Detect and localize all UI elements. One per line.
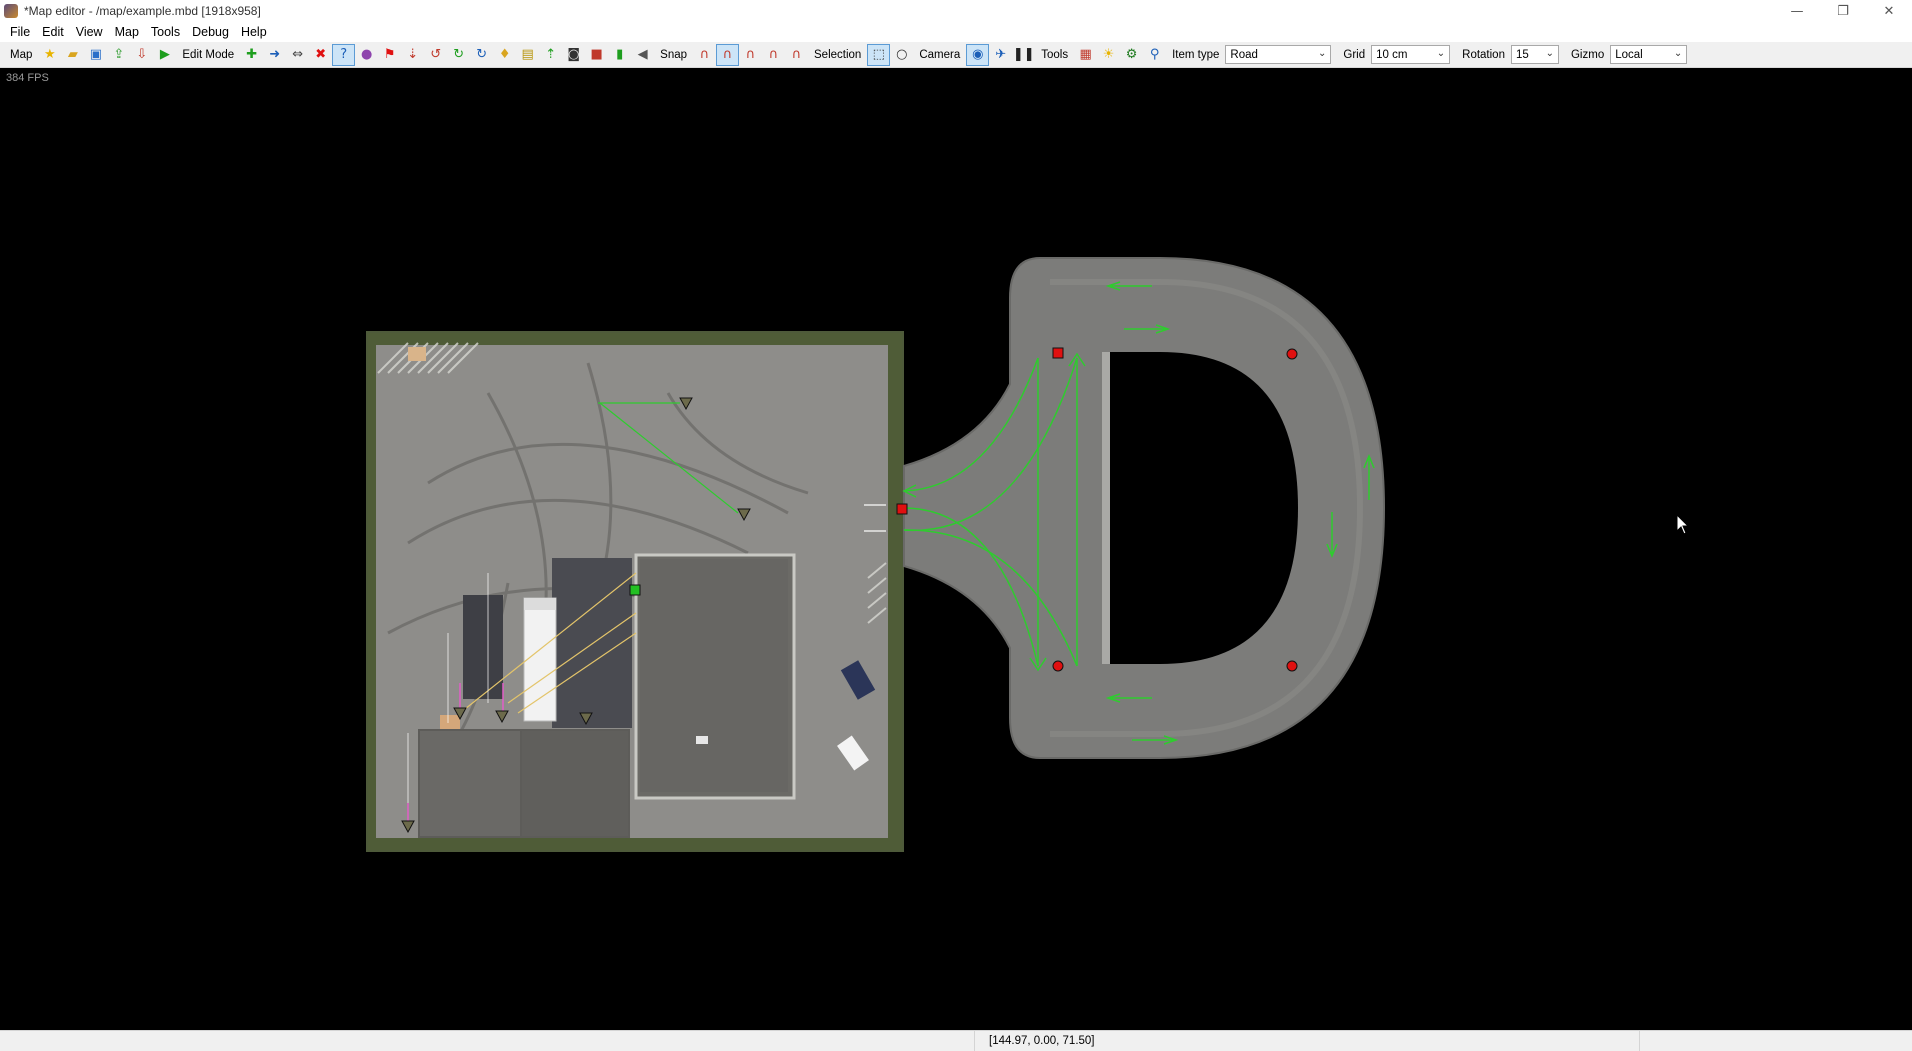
- mouse-pointer-icon: [1676, 514, 1690, 535]
- magnet-vertex-icon[interactable]: ∩: [762, 44, 785, 66]
- status-cell-left: [0, 1030, 975, 1051]
- item-type-label: Item type: [1172, 48, 1220, 61]
- rotation-value: 15: [1515, 48, 1529, 61]
- play-icon[interactable]: ▶: [153, 44, 176, 66]
- add-item-icon[interactable]: ✚: [240, 44, 263, 66]
- raise-icon[interactable]: ⇡: [539, 44, 562, 66]
- gizmo-value: Local: [1615, 48, 1643, 61]
- zoom-magnifier-icon[interactable]: ⚲: [1143, 44, 1166, 66]
- delete-x-icon[interactable]: ✖: [309, 44, 332, 66]
- chevron-down-icon: ⌄: [1545, 48, 1554, 59]
- restore-button[interactable]: ❐: [1820, 0, 1866, 22]
- chevron-down-icon: ⌄: [1436, 48, 1446, 59]
- menu-help[interactable]: Help: [235, 22, 273, 42]
- menu-edit[interactable]: Edit: [36, 22, 70, 42]
- rotate-blue-icon[interactable]: ↻: [470, 44, 493, 66]
- rotate-left-icon[interactable]: ↺: [424, 44, 447, 66]
- window-controls: — ❐ ✕: [1774, 0, 1912, 22]
- camera-section-label: Camera: [919, 48, 961, 61]
- chevron-down-icon: ⌄: [1673, 48, 1683, 59]
- selection-section-label: Selection: [814, 48, 862, 61]
- item-type-select[interactable]: Road ⌄: [1225, 45, 1332, 64]
- grid-label: Grid: [1343, 48, 1366, 61]
- road-surface: [903, 257, 1386, 759]
- sound-icon[interactable]: ◀: [631, 44, 654, 66]
- road-track[interactable]: [0, 68, 1912, 1030]
- edit-mode-section-label: Edit Mode: [182, 48, 235, 61]
- menu-bar: File Edit View Map Tools Debug Help: [0, 22, 1912, 42]
- main-toolbar: Map ★ ▰ ▣ ⇪ ⇩ ▶ Edit Mode ✚ ➜ ⇔ ✖ ? ● ⚑ …: [0, 42, 1912, 68]
- grid-value: 10 cm: [1376, 48, 1408, 61]
- flag-icon[interactable]: ⚑: [378, 44, 401, 66]
- rotation-select[interactable]: 15 ⌄: [1510, 45, 1559, 64]
- globe-camera-icon[interactable]: ◉: [966, 43, 990, 66]
- rect-select-icon[interactable]: ⬚: [867, 43, 891, 66]
- settings-gear-icon[interactable]: ⚙: [1120, 44, 1143, 66]
- save-disk-icon[interactable]: ▣: [84, 44, 107, 66]
- magnet-icon[interactable]: ∩: [693, 44, 716, 66]
- flip-arrows-icon[interactable]: ⇔: [286, 44, 309, 66]
- minimize-button[interactable]: —: [1774, 0, 1820, 22]
- help-question-icon[interactable]: ?: [332, 43, 356, 66]
- rotation-label: Rotation: [1462, 48, 1505, 61]
- status-bar: [144.97, 0.00, 71.50]: [0, 1030, 1912, 1051]
- window-title: *Map editor - /map/example.mbd [1918x958…: [24, 4, 261, 18]
- tools-section-label: Tools: [1041, 48, 1069, 61]
- gizmo-label: Gizmo: [1570, 48, 1605, 61]
- app-icon: [4, 4, 18, 18]
- gizmo-select[interactable]: Local ⌄: [1610, 45, 1688, 64]
- export-icon[interactable]: ⇪: [107, 44, 130, 66]
- close-button[interactable]: ✕: [1866, 0, 1912, 22]
- menu-tools[interactable]: Tools: [145, 22, 186, 42]
- chart-icon[interactable]: ▮: [608, 44, 631, 66]
- menu-debug[interactable]: Debug: [186, 22, 235, 42]
- chevron-down-icon: ⌄: [1318, 48, 1327, 59]
- cursor-coordinates: [144.97, 0.00, 71.50]: [975, 1030, 1640, 1051]
- rotate-green-icon[interactable]: ↻: [447, 44, 470, 66]
- move-arrow-icon[interactable]: ➜: [263, 44, 286, 66]
- map-viewport[interactable]: 384 FPS: [0, 68, 1912, 1030]
- grid-select[interactable]: 10 cm ⌄: [1371, 45, 1451, 64]
- lamp-icon[interactable]: ♦: [493, 44, 516, 66]
- bird-camera-icon[interactable]: ✈: [989, 44, 1012, 66]
- lasso-select-icon[interactable]: ○: [890, 44, 913, 66]
- title-bar: *Map editor - /map/example.mbd [1918x958…: [0, 0, 1912, 22]
- magnet-grid-icon[interactable]: ∩: [739, 44, 762, 66]
- pause-icon[interactable]: ❚❚: [1012, 44, 1035, 66]
- magnet-active-icon[interactable]: ∩: [716, 43, 740, 66]
- info-circle-icon[interactable]: ●: [355, 44, 378, 66]
- import-icon[interactable]: ⇩: [130, 44, 153, 66]
- open-folder-icon[interactable]: ▰: [61, 44, 84, 66]
- film-camera-icon[interactable]: ◙: [562, 44, 585, 66]
- menu-map[interactable]: Map: [109, 22, 145, 42]
- magnet-surface-icon[interactable]: ∩: [785, 44, 808, 66]
- palette-icon[interactable]: ▦: [1074, 44, 1097, 66]
- snap-section-label: Snap: [660, 48, 688, 61]
- map-section-label: Map: [10, 48, 33, 61]
- favorite-star-icon[interactable]: ★: [38, 44, 61, 66]
- ruler-icon[interactable]: ▤: [516, 44, 539, 66]
- menu-file[interactable]: File: [4, 22, 36, 42]
- sun-icon[interactable]: ☀: [1097, 44, 1120, 66]
- menu-view[interactable]: View: [70, 22, 109, 42]
- spawn-point-icon[interactable]: ⇣: [401, 44, 424, 66]
- item-type-value: Road: [1230, 48, 1258, 61]
- car-icon[interactable]: ■: [585, 44, 608, 66]
- status-cell-right: [1640, 1031, 1912, 1051]
